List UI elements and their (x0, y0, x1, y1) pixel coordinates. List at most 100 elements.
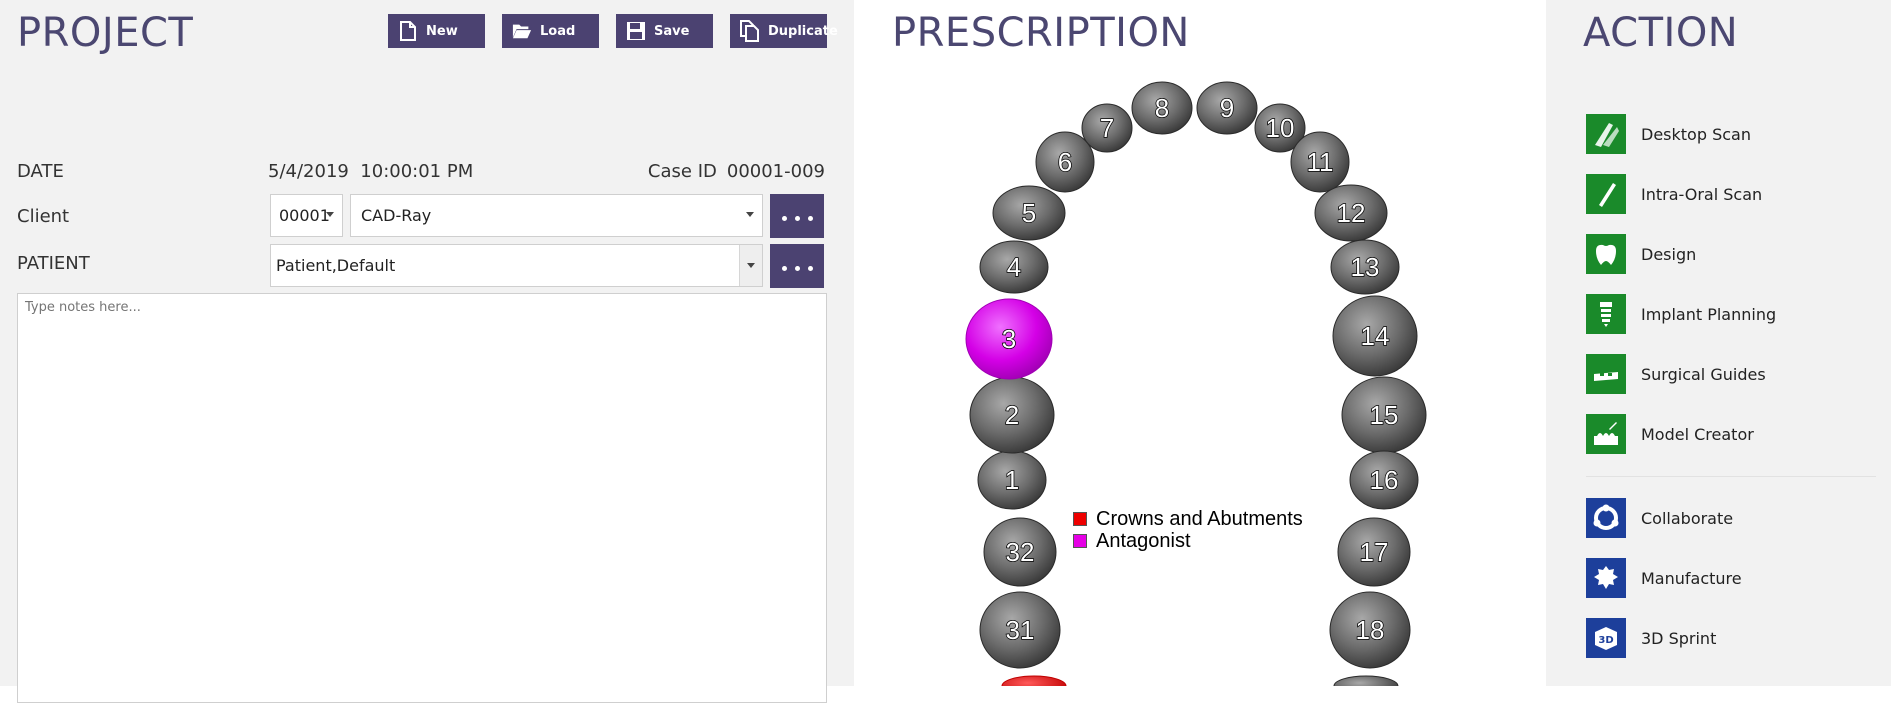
client-name-select[interactable]: CAD-Ray (350, 194, 763, 237)
dental-arch-chart: 12345678 91011121314151617183132 (965, 81, 1427, 686)
tooth-number: 14 (1361, 321, 1390, 351)
tooth-number: 6 (1058, 147, 1072, 177)
legend-item-antagonist: Antagonist (1073, 530, 1303, 552)
action-label: Model Creator (1641, 424, 1754, 444)
action-intra-oral-scan[interactable]: Intra-Oral Scan (1586, 172, 1762, 216)
action-panel: ACTION Desktop Scan Intra-Oral Scan Desi… (1546, 0, 1891, 686)
date-value: 5/4/2019 10:00:01 PM (268, 161, 474, 182)
tooth-6[interactable]: 6 (1035, 131, 1095, 193)
tooth-14[interactable]: 14 (1332, 295, 1418, 377)
client-number-select[interactable]: 00001 (270, 194, 343, 237)
tooth-partial-crown[interactable] (1001, 675, 1067, 686)
case-id: Case ID 00001-009 (648, 161, 825, 182)
ellipsis-icon (778, 209, 817, 224)
intra-oral-scan-icon (1586, 174, 1626, 214)
action-desktop-scan[interactable]: Desktop Scan (1586, 112, 1751, 156)
duplicate-button-label: Duplicate (768, 23, 838, 39)
implant-planning-icon (1586, 294, 1626, 334)
client-more-button[interactable] (770, 194, 824, 238)
tooth-number: 17 (1360, 537, 1389, 567)
tooth-number: 13 (1351, 252, 1380, 282)
action-implant-planning[interactable]: Implant Planning (1586, 292, 1776, 336)
tooth-13[interactable]: 13 (1330, 239, 1400, 295)
duplicate-icon (740, 20, 760, 42)
tooth-number: 5 (1022, 198, 1036, 228)
action-label: Collaborate (1641, 508, 1734, 528)
manufacture-icon (1586, 558, 1626, 598)
tooth-2[interactable]: 2 (969, 376, 1055, 454)
prescription-panel: PRESCRIPTION 1 2 3 4 5 6 7 8 9 10 11 12 13 14 15 16 17 18… (854, 0, 1546, 686)
action-label: 3D Sprint (1641, 628, 1717, 648)
legend-swatch-antagonist (1073, 534, 1087, 548)
action-design[interactable]: Design (1586, 232, 1696, 276)
legend-item-crowns: Crowns and Abutments (1073, 508, 1303, 530)
tooth-number: 18 (1356, 615, 1385, 645)
legend-label-crowns: Crowns and Abutments (1096, 508, 1303, 530)
patient-more-button[interactable] (770, 244, 824, 288)
svg-text:3D: 3D (1598, 635, 1613, 646)
tooth-number: 8 (1155, 93, 1169, 123)
tooth-12[interactable]: 12 (1314, 184, 1388, 242)
tooth-32[interactable]: 32 (983, 517, 1057, 587)
date-label: DATE (17, 161, 64, 182)
action-collaborate[interactable]: Collaborate (1586, 496, 1733, 540)
action-label: Implant Planning (1641, 304, 1777, 324)
tooth-number: 9 (1220, 93, 1234, 123)
legend-swatch-crowns (1073, 512, 1087, 526)
action-surgical-guides[interactable]: Surgical Guides (1586, 352, 1766, 396)
3d-sprint-icon: 3D (1586, 618, 1626, 658)
action-label: Manufacture (1641, 568, 1742, 588)
tooth-1[interactable]: 1 (977, 450, 1047, 510)
action-3d-sprint[interactable]: 3D 3D Sprint (1586, 616, 1716, 660)
action-label: Intra-Oral Scan (1641, 184, 1763, 204)
patient-dropdown-toggle[interactable] (739, 245, 762, 286)
tooth-number: 11 (1307, 147, 1334, 177)
tooth-9[interactable]: 9 (1196, 81, 1258, 135)
tooth-16[interactable]: 16 (1349, 450, 1419, 510)
action-title: ACTION (1583, 10, 1739, 56)
desktop-scan-icon (1586, 114, 1626, 154)
tooth-partial[interactable] (1333, 675, 1399, 686)
tooth-number: 32 (1006, 537, 1035, 567)
tooth-3[interactable]: 3 (965, 298, 1053, 380)
action-divider (1586, 476, 1876, 477)
tooth-4[interactable]: 4 (979, 240, 1049, 294)
tooth-15[interactable]: 15 (1341, 376, 1427, 454)
collaborate-icon (1586, 498, 1626, 538)
tooth-18[interactable]: 18 (1329, 591, 1411, 669)
tooth-8[interactable]: 8 (1131, 81, 1193, 135)
tooth-number: 16 (1370, 465, 1399, 495)
tooth-number: 10 (1266, 113, 1295, 143)
tooth-number: 15 (1370, 400, 1399, 430)
case-id-value: 00001-009 (726, 161, 825, 182)
action-model-creator[interactable]: Model Creator (1586, 412, 1754, 456)
case-id-label: Case ID (647, 161, 717, 182)
tooth-number: 4 (1007, 252, 1021, 282)
action-manufacture[interactable]: Manufacture (1586, 556, 1742, 600)
legend-label-antagonist: Antagonist (1096, 530, 1191, 552)
tooth-31[interactable]: 31 (979, 591, 1061, 669)
tooth-7[interactable]: 7 (1081, 103, 1133, 153)
client-number-value: 00001 (279, 206, 330, 225)
tooth-5[interactable]: 5 (992, 185, 1066, 241)
save-button[interactable]: Save (616, 14, 713, 48)
client-name-value: CAD-Ray (361, 206, 432, 225)
tooth-number: 12 (1337, 198, 1366, 228)
notes-field[interactable] (17, 293, 827, 703)
model-creator-icon (1586, 414, 1626, 454)
duplicate-button[interactable]: Duplicate (730, 14, 838, 48)
surgical-guides-icon (1586, 354, 1626, 394)
tooth-number: 3 (1002, 324, 1016, 354)
prescription-legend: Crowns and Abutments Antagonist (1073, 508, 1303, 552)
load-button[interactable]: Load (502, 14, 599, 48)
tooth-number: 7 (1100, 113, 1114, 143)
patient-select[interactable]: Patient,Default (270, 244, 763, 287)
chevron-down-icon (747, 263, 755, 268)
tooth-11[interactable]: 11 (1290, 131, 1350, 193)
new-file-icon (398, 20, 418, 42)
tooth-number: 1 (1005, 465, 1019, 495)
action-label: Desktop Scan (1641, 124, 1751, 144)
new-button[interactable]: New (388, 14, 485, 48)
action-label: Surgical Guides (1641, 364, 1766, 384)
tooth-17[interactable]: 17 (1337, 517, 1411, 587)
